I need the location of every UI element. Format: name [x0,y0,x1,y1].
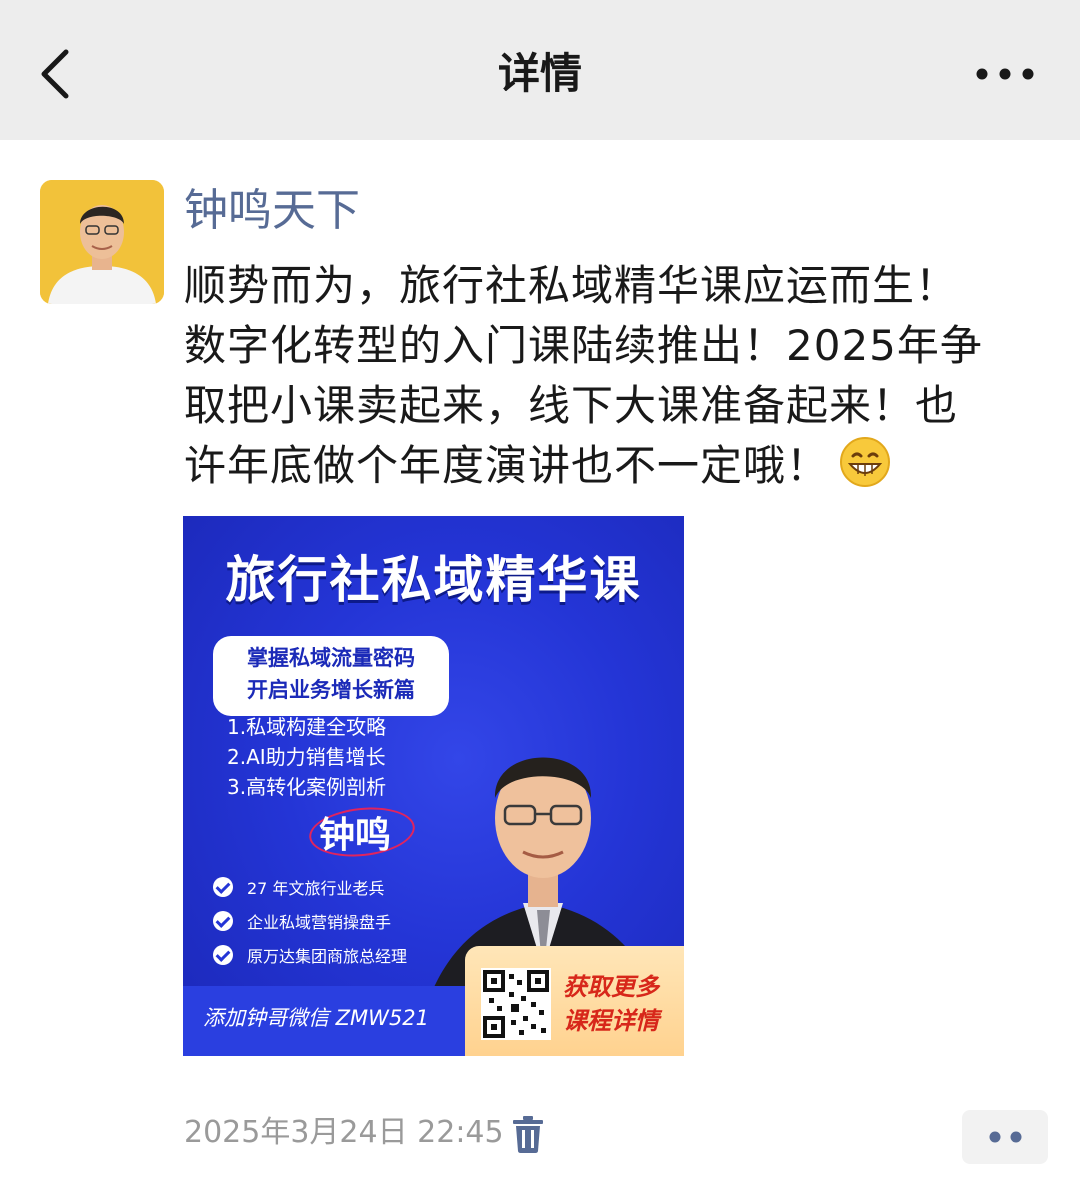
post-image[interactable]: 旅行社私域精华课 掌握私域流量密码 开启业务增长新篇 1.私域构建全攻略 2.A… [183,516,684,1056]
poster-highlight-line: 开启业务增长新篇 [247,678,415,702]
post-text-line: 数字化转型的入门课陆续推出！2025年争 [184,321,983,370]
poster-highlight-box: 掌握私域流量密码 开启业务增长新篇 [213,636,449,716]
comment-dots-icon [989,1131,1022,1143]
poster-cta-line: 课程详情 [563,1007,659,1035]
poster-credentials: 27 年文旅行业老兵 企业私域营销操盘手 原万达集团商旅总经理 [213,870,407,972]
post-text-line: 顺势而为，旅行社私域精华课应运而生！ [184,261,959,310]
credential-item: 27 年文旅行业老兵 [213,870,407,904]
author-name[interactable]: 钟鸣天下 [184,180,360,242]
credential-item: 企业私域营销操盘手 [213,904,407,938]
post-text: 顺势而为，旅行社私域精华课应运而生！ 数字化转型的入门课陆续推出！2025年争 … [184,256,1044,496]
poster-topic-item: 1.私域构建全攻略 [227,715,387,739]
page-title: 详情 [497,49,582,98]
avatar-photo-icon [40,180,164,304]
nav-bar: 详情 [0,0,1080,140]
poster-wechat-id: 添加钟哥微信 ZMW521 [203,1006,430,1030]
poster-topic-item: 2.AI助力销售增长 [227,745,386,769]
trash-icon [513,1116,543,1153]
poster-cta-line: 获取更多 [563,973,659,1001]
credential-item: 原万达集团商旅总经理 [213,938,407,972]
post-text-line-content: 许年底做个年度演讲也不一定哦！ [184,441,830,490]
credential-text: 27 年文旅行业老兵 [247,879,385,898]
post-text-line: 许年底做个年度演讲也不一定哦！ [184,436,1044,496]
check-icon [213,911,233,931]
avatar[interactable] [40,180,164,304]
poster-highlight-line: 掌握私域流量密码 [247,646,415,670]
more-horizontal-icon [976,68,1034,80]
poster-presenter-name: 钟鸣 [319,815,392,856]
poster-cta-text: 获取更多 课程详情 [563,970,678,1038]
delete-button[interactable] [510,1114,546,1154]
poster-topic-item: 3.高转化案例剖析 [227,775,387,799]
qr-code-icon [481,968,551,1040]
credential-text: 原万达集团商旅总经理 [247,947,408,966]
comment-like-button[interactable] [962,1110,1048,1164]
check-icon [213,877,233,897]
credential-text: 企业私域营销操盘手 [247,913,392,932]
check-icon [213,945,233,965]
grin-emoji-icon [840,437,891,487]
post-timestamp: 2025年3月24日 22:45 [184,1115,504,1150]
poster-topic-list: 1.私域构建全攻略 2.AI助力销售增长 3.高转化案例剖析 [227,712,386,802]
more-button[interactable] [970,56,1040,92]
poster-title: 旅行社私域精华课 [225,551,642,609]
post-text-line: 取把小课卖起来，线下大课准备起来！也 [184,381,959,430]
